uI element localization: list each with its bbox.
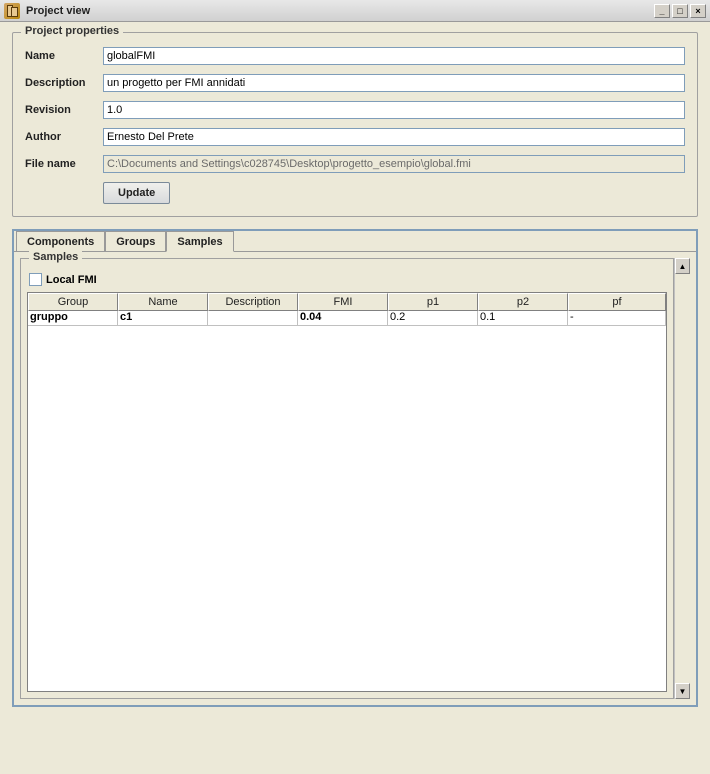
filename-label: File name bbox=[25, 158, 103, 170]
col-description[interactable]: Description bbox=[208, 293, 298, 311]
cell-fmi: 0.04 bbox=[298, 311, 388, 326]
description-input[interactable] bbox=[103, 74, 685, 92]
revision-input[interactable] bbox=[103, 101, 685, 119]
table-header: Group Name Description FMI p1 p2 pf bbox=[28, 293, 666, 311]
java-app-icon bbox=[4, 3, 20, 19]
scroll-up-button[interactable]: ▲ bbox=[675, 258, 690, 274]
window-controls: _ □ × bbox=[654, 4, 706, 18]
vertical-scrollbar[interactable]: ▲ ▼ bbox=[674, 258, 690, 699]
tabs-bar: Components Groups Samples bbox=[14, 231, 696, 252]
cell-name: c1 bbox=[118, 311, 208, 326]
properties-legend: Project properties bbox=[21, 25, 123, 37]
scroll-down-button[interactable]: ▼ bbox=[675, 683, 690, 699]
revision-label: Revision bbox=[25, 104, 103, 116]
tab-groups[interactable]: Groups bbox=[105, 231, 166, 252]
tabs-container: Components Groups Samples Samples Local … bbox=[12, 229, 698, 707]
project-properties-fieldset: Project properties Name Description Revi… bbox=[12, 32, 698, 217]
maximize-button[interactable]: □ bbox=[672, 4, 688, 18]
titlebar[interactable]: Project view _ □ × bbox=[0, 0, 710, 22]
name-label: Name bbox=[25, 50, 103, 62]
local-fmi-checkbox[interactable] bbox=[29, 273, 42, 286]
col-fmi[interactable]: FMI bbox=[298, 293, 388, 311]
local-fmi-label: Local FMI bbox=[46, 274, 97, 286]
col-pf[interactable]: pf bbox=[568, 293, 666, 311]
author-input[interactable] bbox=[103, 128, 685, 146]
close-button[interactable]: × bbox=[690, 4, 706, 18]
col-name[interactable]: Name bbox=[118, 293, 208, 311]
cell-pf: - bbox=[568, 311, 666, 326]
col-p1[interactable]: p1 bbox=[388, 293, 478, 311]
cell-p2: 0.1 bbox=[478, 311, 568, 326]
tab-samples[interactable]: Samples bbox=[166, 231, 233, 252]
author-label: Author bbox=[25, 131, 103, 143]
cell-description bbox=[208, 311, 298, 326]
minimize-button[interactable]: _ bbox=[654, 4, 670, 18]
table-row[interactable]: gruppo c1 0.04 0.2 0.1 - bbox=[28, 311, 666, 326]
cell-group: gruppo bbox=[28, 311, 118, 326]
update-button[interactable]: Update bbox=[103, 182, 170, 204]
tab-components[interactable]: Components bbox=[16, 231, 105, 252]
samples-fieldset: Samples Local FMI Group Name Description… bbox=[20, 258, 674, 699]
samples-legend: Samples bbox=[29, 251, 82, 263]
name-input[interactable] bbox=[103, 47, 685, 65]
samples-table: Group Name Description FMI p1 p2 pf grup… bbox=[27, 292, 667, 692]
description-label: Description bbox=[25, 77, 103, 89]
filename-input bbox=[103, 155, 685, 173]
scroll-track[interactable] bbox=[675, 274, 690, 683]
tab-body: Samples Local FMI Group Name Description… bbox=[14, 251, 696, 705]
col-group[interactable]: Group bbox=[28, 293, 118, 311]
col-p2[interactable]: p2 bbox=[478, 293, 568, 311]
window-title: Project view bbox=[26, 5, 654, 17]
cell-p1: 0.2 bbox=[388, 311, 478, 326]
